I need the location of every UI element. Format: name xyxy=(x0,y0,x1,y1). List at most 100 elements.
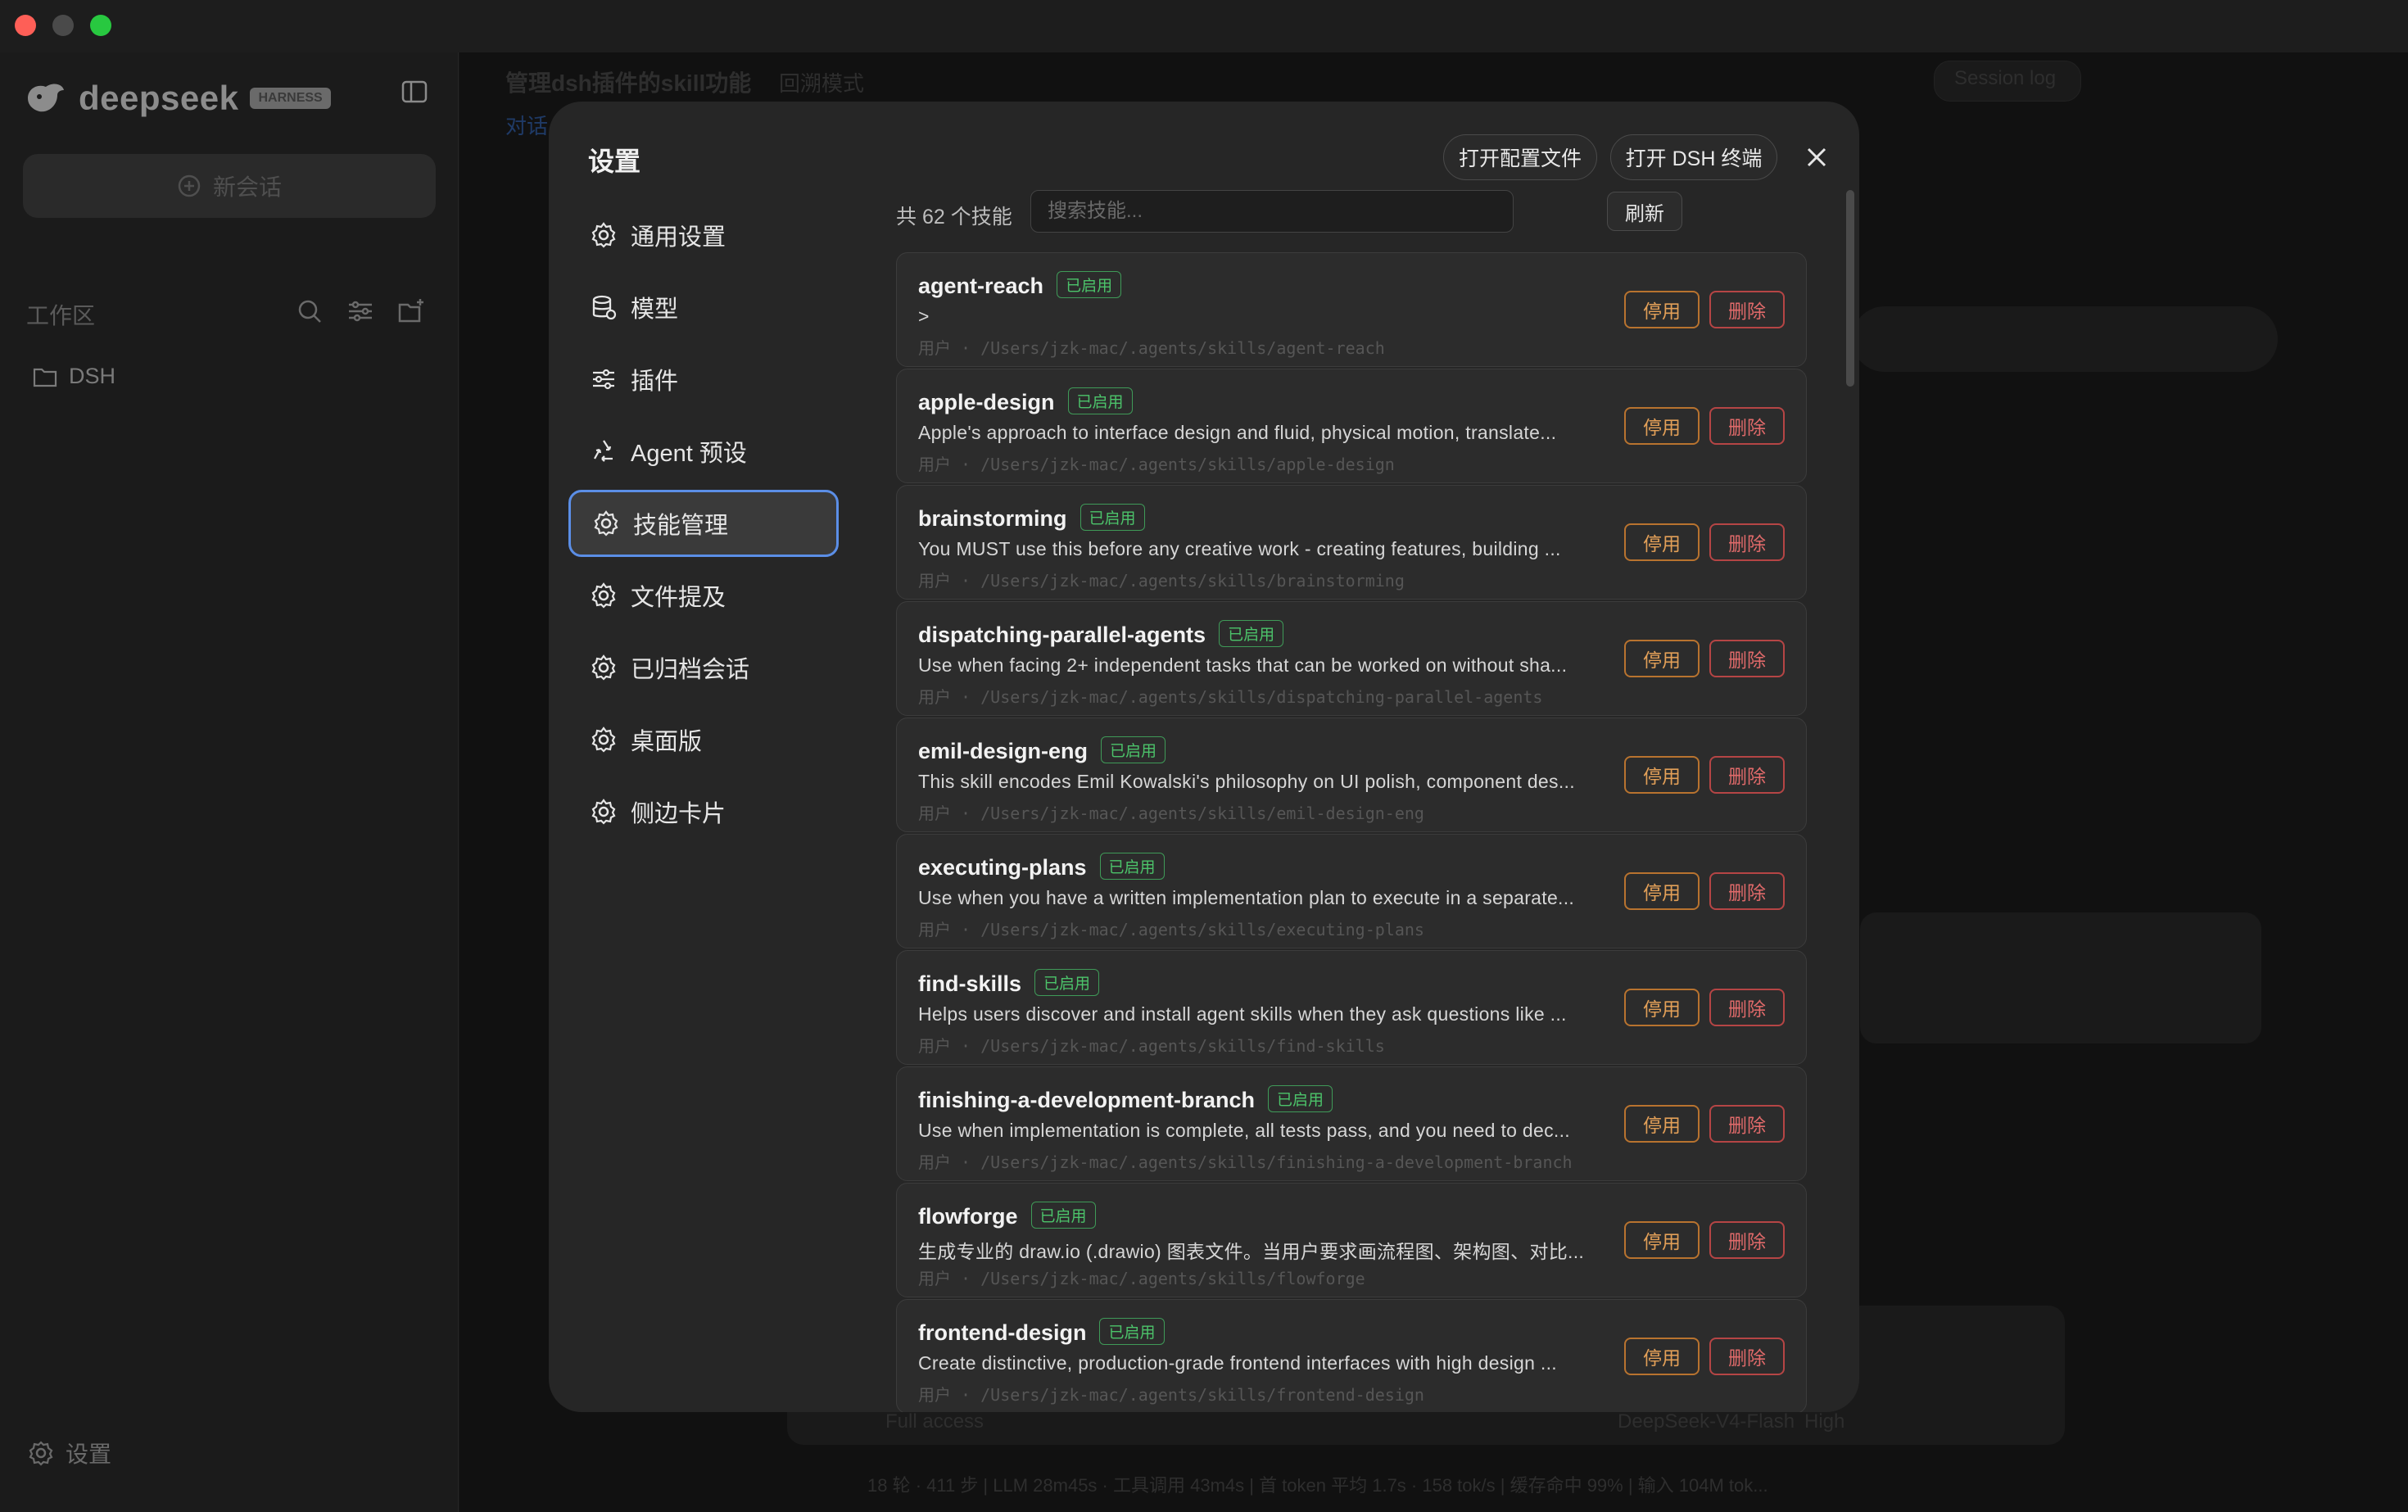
minimize-window-button[interactable] xyxy=(52,15,74,36)
delete-skill-button[interactable]: 删除 xyxy=(1709,523,1785,561)
disable-skill-button[interactable]: 停用 xyxy=(1624,1338,1700,1375)
nav-item-skills[interactable]: 技能管理 xyxy=(568,490,839,557)
brand: deepseek HARNESS xyxy=(25,72,331,124)
nav-item-agent-presets[interactable]: Agent 预设 xyxy=(568,418,839,485)
workspace-item-dsh[interactable]: DSH xyxy=(33,364,115,389)
skill-card-frontend-design: frontend-design 已启用 Create distinctive, p… xyxy=(896,1299,1807,1412)
delete-skill-button[interactable]: 删除 xyxy=(1709,291,1785,328)
skill-name: brainstorming 已启用 xyxy=(918,504,1145,532)
disable-skill-button[interactable]: 停用 xyxy=(1624,756,1700,794)
nav-item-desktop[interactable]: 桌面版 xyxy=(568,706,839,773)
skill-description: This skill encodes Emil Kowalski's philo… xyxy=(918,771,1575,792)
skill-description: Apple's approach to interface design and… xyxy=(918,422,1557,443)
skill-path: 用户 · /Users/jzk-mac/.agents/skills/apple… xyxy=(918,455,1395,474)
new-chat-label: 新会话 xyxy=(212,174,282,200)
nav-item-model[interactable]: 模型 xyxy=(568,274,839,341)
add-folder-icon[interactable] xyxy=(396,297,426,326)
enabled-badge: 已启用 xyxy=(1099,1318,1165,1345)
delete-skill-button[interactable]: 删除 xyxy=(1709,989,1785,1026)
skill-card-finishing-a-development-branch: finishing-a-development-branch 已启用 Use wh… xyxy=(896,1066,1807,1181)
skills-scrollbar[interactable] xyxy=(1846,190,1854,387)
workspace-label: 工作区 xyxy=(26,303,96,328)
search-icon[interactable] xyxy=(295,297,324,326)
skill-path: 用户 · /Users/jzk-mac/.agents/skills/find-… xyxy=(918,1036,1385,1056)
nav-item-file-mentions[interactable]: 文件提及 xyxy=(568,562,839,629)
delete-skill-button[interactable]: 删除 xyxy=(1709,1338,1785,1375)
disable-skill-button[interactable]: 停用 xyxy=(1624,407,1700,445)
disable-skill-button[interactable]: 停用 xyxy=(1624,1105,1700,1143)
delete-skill-button[interactable]: 删除 xyxy=(1709,407,1785,445)
disable-skill-button[interactable]: 停用 xyxy=(1624,291,1700,328)
nav-item-general[interactable]: 通用设置 xyxy=(568,201,839,269)
delete-skill-button[interactable]: 删除 xyxy=(1709,640,1785,677)
enabled-badge: 已启用 xyxy=(1080,504,1145,531)
skill-description: Use when you have a written implementati… xyxy=(918,887,1575,908)
skill-path: 用户 · /Users/jzk-mac/.agents/skills/emil-… xyxy=(918,804,1424,823)
disable-skill-button[interactable]: 停用 xyxy=(1624,523,1700,561)
nav-item-label: 插件 xyxy=(631,369,679,395)
settings-nav: 通用设置 模型 插件 Agent 预设 技能管理 文件提及 已归档会话 桌面版 xyxy=(568,201,839,850)
skill-path: 用户 · /Users/jzk-mac/.agents/skills/flowf… xyxy=(918,1269,1365,1288)
skill-description: 生成专业的 draw.io (.drawio) 图表文件。当用户要求画流程图、架… xyxy=(918,1241,1585,1262)
disable-skill-button[interactable]: 停用 xyxy=(1624,640,1700,677)
skill-path: 用户 · /Users/jzk-mac/.agents/skills/agent… xyxy=(918,338,1385,358)
open-config-button[interactable]: 打开配置文件 xyxy=(1443,134,1597,180)
nav-item-label: Agent 预设 xyxy=(631,441,747,467)
brand-badge: HARNESS xyxy=(250,88,331,109)
disable-skill-button[interactable]: 停用 xyxy=(1624,989,1700,1026)
enabled-badge: 已启用 xyxy=(1101,736,1166,763)
skill-path: 用户 · /Users/jzk-mac/.agents/skills/front… xyxy=(918,1385,1424,1405)
enabled-badge: 已启用 xyxy=(1067,387,1133,414)
new-chat-button[interactable]: 新会话 xyxy=(23,154,436,218)
tab-conversation[interactable]: 对话 xyxy=(505,110,548,140)
nav-item-label: 桌面版 xyxy=(631,729,703,755)
gear-icon xyxy=(29,1441,53,1466)
skill-name: finishing-a-development-branch 已启用 xyxy=(918,1085,1333,1113)
refresh-button[interactable]: 刷新 xyxy=(1607,192,1682,231)
sidebar-toggle-icon[interactable] xyxy=(400,77,429,106)
gear-icon xyxy=(591,582,616,609)
disable-skill-button[interactable]: 停用 xyxy=(1624,1221,1700,1259)
brand-name: deepseek xyxy=(79,79,239,117)
zoom-window-button[interactable] xyxy=(90,15,111,36)
skill-description: Use when implementation is complete, all… xyxy=(918,1120,1570,1141)
session-log-button[interactable]: Session log xyxy=(1954,67,2056,90)
skill-name: dispatching-parallel-agents 已启用 xyxy=(918,620,1284,648)
nav-item-plugins[interactable]: 插件 xyxy=(568,346,839,413)
open-terminal-button[interactable]: 打开 DSH 终端 xyxy=(1610,134,1777,180)
disable-skill-button[interactable]: 停用 xyxy=(1624,872,1700,910)
close-window-button[interactable] xyxy=(15,15,36,36)
skill-name: apple-design 已启用 xyxy=(918,387,1133,415)
enabled-badge: 已启用 xyxy=(1099,853,1165,880)
skill-name: agent-reach 已启用 xyxy=(918,271,1122,299)
sidebar-settings-button[interactable]: 设置 xyxy=(28,1437,111,1469)
filter-sliders-icon[interactable] xyxy=(346,297,375,326)
sliders-icon xyxy=(593,369,614,390)
nav-item-archived-sessions[interactable]: 已归档会话 xyxy=(568,634,839,701)
skills-search-input[interactable] xyxy=(1030,190,1514,233)
delete-skill-button[interactable]: 删除 xyxy=(1709,1221,1785,1259)
plus-circle-icon xyxy=(178,174,201,197)
gear-icon xyxy=(594,510,618,536)
skill-name: executing-plans 已启用 xyxy=(918,853,1165,880)
skill-card-brainstorming: brainstorming 已启用 You MUST use this befor… xyxy=(896,485,1807,600)
gear-icon xyxy=(591,727,616,753)
gear-icon xyxy=(591,222,616,248)
workspace-actions xyxy=(295,297,426,326)
delete-skill-button[interactable]: 删除 xyxy=(1709,872,1785,910)
level-selector[interactable]: High xyxy=(1804,1410,1844,1433)
workspace-item-label: DSH xyxy=(69,364,116,388)
model-selector[interactable]: DeepSeek-V4-Flash xyxy=(1618,1410,1795,1433)
enabled-badge: 已启用 xyxy=(1219,620,1284,647)
nav-item-label: 侧边卡片 xyxy=(631,801,726,827)
delete-skill-button[interactable]: 删除 xyxy=(1709,1105,1785,1143)
close-icon[interactable] xyxy=(1799,139,1835,175)
access-mode[interactable]: Full access xyxy=(885,1410,984,1433)
gear-icon xyxy=(591,654,616,681)
nav-item-label: 模型 xyxy=(631,297,679,323)
nav-item-side-cards[interactable]: 侧边卡片 xyxy=(568,778,839,845)
recycle-icon xyxy=(593,440,613,462)
skill-description: Helps users discover and install agent s… xyxy=(918,1003,1567,1025)
delete-skill-button[interactable]: 删除 xyxy=(1709,756,1785,794)
skill-path: 用户 · /Users/jzk-mac/.agents/skills/dispa… xyxy=(918,687,1543,707)
